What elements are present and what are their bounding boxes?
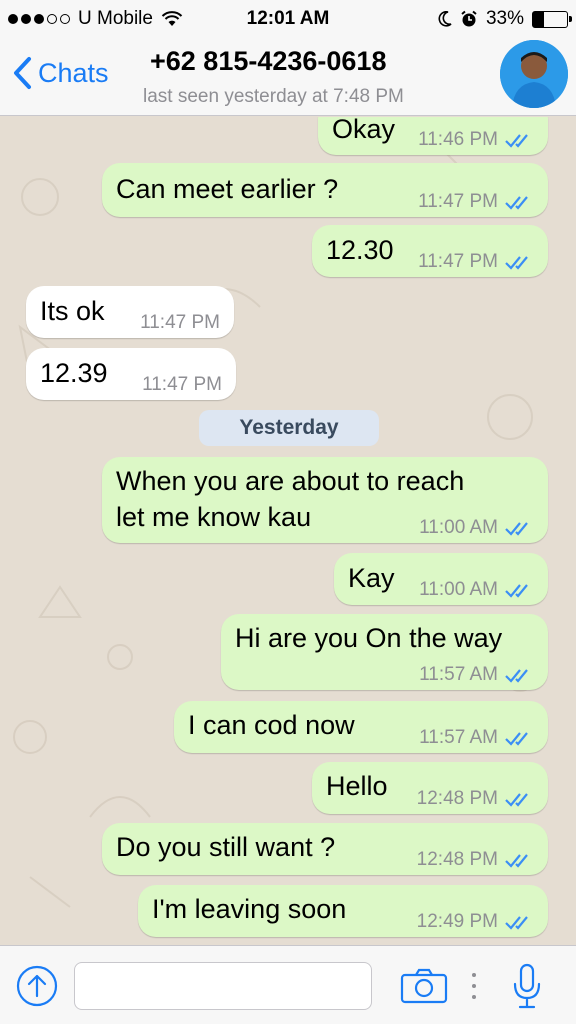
message-bubble[interactable]: Do you still want ? 12:48 PM xyxy=(102,823,548,875)
message-text: Do you still want ? xyxy=(116,832,336,862)
read-receipt-icon xyxy=(505,256,528,270)
composer-bar xyxy=(0,945,576,1024)
message-text: When you are about to reach xyxy=(116,466,465,496)
message-bubble[interactable]: Kay 11:00 AM xyxy=(334,553,548,605)
read-receipt-icon xyxy=(505,522,528,536)
message-bubble[interactable]: I'm leaving soon 12:49 PM xyxy=(138,885,548,937)
chat-header: Chats +62 815-4236-0618 last seen yester… xyxy=(0,38,576,116)
microphone-icon[interactable] xyxy=(512,962,542,1010)
avatar[interactable] xyxy=(500,40,568,108)
message-list[interactable]: Okay 11:46 PM Can meet earlier ? 11:47 P… xyxy=(0,117,576,945)
message-text: Hi are you On the way xyxy=(235,623,503,653)
message-time: 11:47 PM xyxy=(418,251,498,272)
message-time: 11:57 AM xyxy=(419,727,498,748)
message-text: I can cod now xyxy=(188,710,355,740)
message-text: Okay xyxy=(332,117,396,144)
message-text: Hello xyxy=(326,771,388,801)
message-time: 11:00 AM xyxy=(419,517,498,538)
message-text: Can meet earlier ? xyxy=(116,174,339,204)
battery-percent: 33% xyxy=(485,8,524,29)
message-text: I'm leaving soon xyxy=(152,894,347,924)
message-bubble[interactable]: When you are about to reach let me know … xyxy=(102,457,548,543)
message-text: 12.39 xyxy=(40,358,108,388)
battery-icon xyxy=(532,10,572,28)
message-time: 11:00 AM xyxy=(419,579,498,600)
read-receipt-icon xyxy=(505,134,528,148)
back-label: Chats xyxy=(38,57,109,88)
message-bubble[interactable]: I can cod now 11:57 AM xyxy=(174,701,548,753)
read-receipt-icon xyxy=(505,732,528,746)
message-text: 12.30 xyxy=(326,235,394,265)
message-time: 11:47 PM xyxy=(142,374,222,395)
message-bubble[interactable]: Hello 12:48 PM xyxy=(312,762,548,814)
message-input[interactable] xyxy=(74,962,372,1010)
alarm-icon xyxy=(461,10,477,27)
read-receipt-icon xyxy=(505,854,528,868)
upload-button[interactable] xyxy=(16,965,58,1007)
message-time: 11:57 AM xyxy=(419,664,498,685)
message-time: 11:46 PM xyxy=(418,129,498,150)
contact-title[interactable]: +62 815-4236-0618 xyxy=(150,46,386,77)
back-button[interactable]: Chats xyxy=(12,56,109,90)
message-time: 12:48 PM xyxy=(416,788,498,809)
date-divider: Yesterday xyxy=(199,410,379,446)
last-seen-status: last seen yesterday at 7:48 PM xyxy=(143,86,404,107)
message-time: 12:48 PM xyxy=(416,849,498,870)
message-bubble[interactable]: Can meet earlier ? 11:47 PM xyxy=(102,163,548,217)
read-receipt-icon xyxy=(505,793,528,807)
message-bubble[interactable]: Okay 11:46 PM xyxy=(318,117,548,155)
read-receipt-icon xyxy=(505,916,528,930)
camera-icon[interactable] xyxy=(400,968,448,1004)
message-time: 11:47 PM xyxy=(140,312,220,333)
read-receipt-icon xyxy=(505,584,528,598)
message-text-line2: let me know kau xyxy=(116,502,312,532)
message-bubble[interactable]: 12.39 11:47 PM xyxy=(26,348,236,400)
message-text: Its ok xyxy=(40,296,105,326)
status-bar: U Mobile 12:01 AM 33% xyxy=(0,0,576,38)
read-receipt-icon xyxy=(505,669,528,683)
moon-icon xyxy=(438,11,452,27)
message-time: 11:47 PM xyxy=(418,191,498,212)
message-bubble[interactable]: 12.30 11:47 PM xyxy=(312,225,548,277)
message-text: Kay xyxy=(348,563,395,593)
message-bubble[interactable]: Its ok 11:47 PM xyxy=(26,286,234,338)
message-bubble[interactable]: Hi are you On the way 11:57 AM xyxy=(221,614,548,690)
chevron-left-icon xyxy=(14,57,31,89)
read-receipt-icon xyxy=(505,196,528,210)
message-time: 12:49 PM xyxy=(416,911,498,932)
more-options-icon[interactable] xyxy=(470,970,478,1002)
